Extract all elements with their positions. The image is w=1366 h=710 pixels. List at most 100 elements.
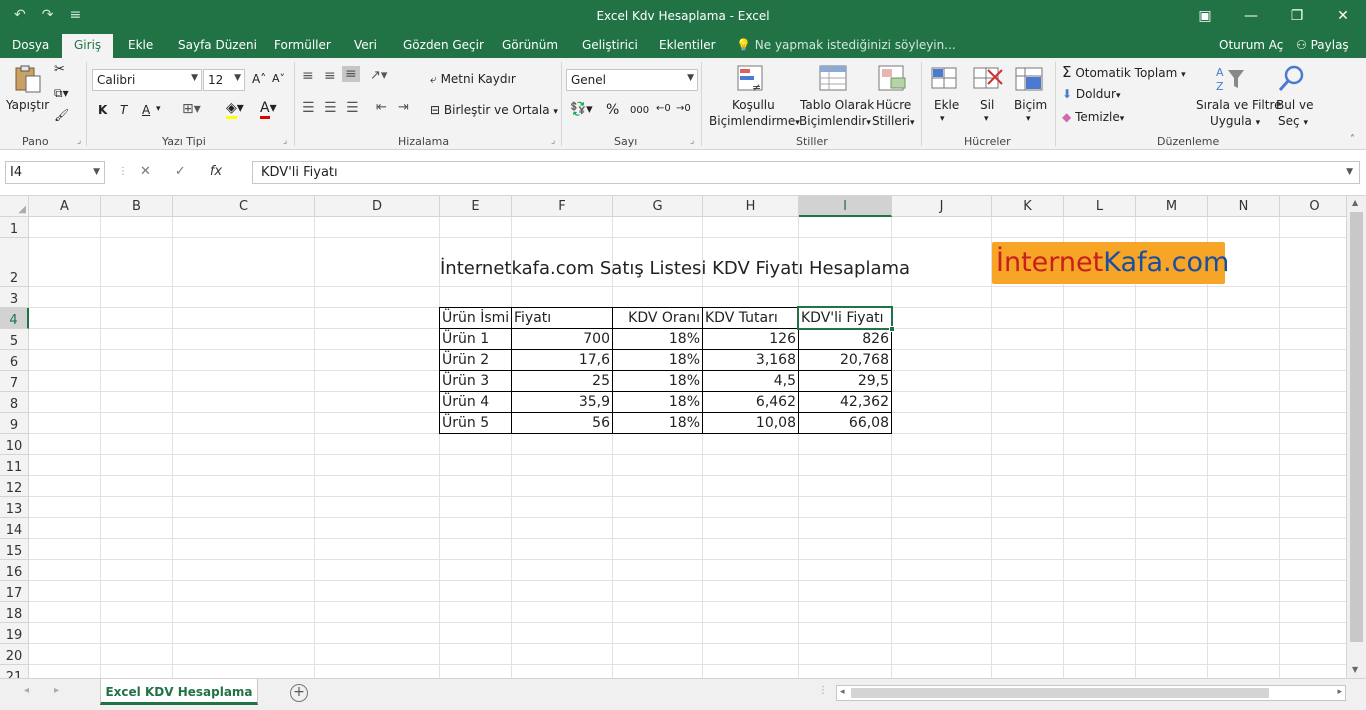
tab-veri[interactable]: Veri: [354, 38, 377, 52]
close-icon[interactable]: ✕: [1320, 0, 1366, 32]
cut-icon[interactable]: ✂: [54, 62, 65, 77]
font-color-icon[interactable]: A▾: [260, 100, 277, 119]
fill-button[interactable]: ⬇ Doldur▾: [1062, 87, 1121, 101]
row-header-10[interactable]: 10: [0, 434, 29, 455]
font-launcher-icon[interactable]: ⌟: [283, 136, 287, 146]
column-header-h[interactable]: H: [703, 196, 799, 217]
table-cell[interactable]: 25: [511, 370, 613, 392]
scroll-left-icon[interactable]: ◂: [840, 687, 845, 697]
scroll-right-icon[interactable]: ▸: [1337, 687, 1342, 697]
tab-gozden-gecir[interactable]: Gözden Geçir: [403, 38, 484, 52]
row-header-13[interactable]: 13: [0, 497, 29, 518]
table-cell[interactable]: 20,768: [798, 349, 892, 371]
column-header-k[interactable]: K: [992, 196, 1064, 217]
minimize-icon[interactable]: —: [1228, 0, 1274, 32]
table-cell[interactable]: 66,08: [798, 412, 892, 434]
table-cell[interactable]: 10,08: [702, 412, 799, 434]
collapse-ribbon-icon[interactable]: ˄: [1350, 134, 1355, 145]
merge-center-button[interactable]: ⊟ Birleştir ve Ortala ▾: [430, 103, 558, 117]
borders-icon[interactable]: ⊞▾: [182, 101, 201, 117]
underline-button[interactable]: A: [142, 103, 150, 117]
table-cell[interactable]: 18%: [612, 412, 703, 434]
table-cell[interactable]: 826: [798, 328, 892, 350]
table-cell[interactable]: Ürün 2: [439, 349, 512, 371]
horizontal-scroll-thumb[interactable]: [851, 688, 1269, 698]
restore-icon[interactable]: ❐: [1274, 0, 1320, 32]
row-header-11[interactable]: 11: [0, 455, 29, 476]
tab-ekle[interactable]: Ekle: [128, 38, 153, 52]
vertical-scrollbar[interactable]: ▲ ▼: [1346, 196, 1366, 678]
worksheet-grid[interactable]: A B C D E F G H I J K L M N O 1 2 3 4 5 6 7 8 9 10 11 12 13 14 15 16 17…: [0, 196, 1346, 678]
column-header-e[interactable]: E: [440, 196, 512, 217]
column-header-g[interactable]: G: [613, 196, 703, 217]
row-header-20[interactable]: 20: [0, 644, 29, 665]
fill-color-icon[interactable]: ◈▾: [226, 100, 244, 119]
table-cell[interactable]: 18%: [612, 391, 703, 413]
add-sheet-icon[interactable]: +: [290, 684, 308, 702]
column-header-b[interactable]: B: [101, 196, 173, 217]
clear-button[interactable]: ◆ Temizle▾: [1062, 110, 1124, 124]
row-header-17[interactable]: 17: [0, 581, 29, 602]
align-middle-icon[interactable]: ≡: [324, 68, 336, 84]
row-header-14[interactable]: 14: [0, 518, 29, 539]
column-header-o[interactable]: O: [1280, 196, 1346, 217]
tab-gelistirici[interactable]: Geliştirici: [582, 38, 638, 52]
table-cell[interactable]: 3,168: [702, 349, 799, 371]
cancel-icon[interactable]: ✕: [140, 164, 151, 179]
column-header-f[interactable]: F: [512, 196, 613, 217]
table-cell[interactable]: 18%: [612, 328, 703, 350]
tab-formuller[interactable]: Formüller: [274, 38, 331, 52]
row-header-7[interactable]: 7: [0, 371, 29, 392]
align-left-icon[interactable]: ☰: [302, 100, 315, 116]
sign-in-link[interactable]: Oturum Aç: [1219, 38, 1283, 52]
column-header-a[interactable]: A: [29, 196, 101, 217]
tab-giris[interactable]: Giriş: [62, 34, 114, 58]
row-header-1[interactable]: 1: [0, 217, 29, 238]
format-painter-icon[interactable]: 🖌: [54, 108, 69, 122]
select-all-corner[interactable]: ◢: [0, 196, 29, 217]
table-cell[interactable]: Ürün 4: [439, 391, 512, 413]
formula-input[interactable]: KDV'li Fiyatı ▼: [252, 161, 1360, 184]
row-header-4[interactable]: 4: [0, 308, 29, 329]
row-header-8[interactable]: 8: [0, 392, 29, 413]
wrap-text-button[interactable]: ⤶ Metni Kaydır: [430, 72, 516, 87]
scroll-down-icon[interactable]: ▼: [1352, 665, 1358, 674]
column-header-i[interactable]: I: [799, 196, 892, 217]
table-cell[interactable]: Ürün 5: [439, 412, 512, 434]
increase-decimal-icon[interactable]: ←0: [656, 103, 671, 114]
row-header-21[interactable]: 21: [0, 665, 29, 678]
tab-gorunum[interactable]: Görünüm: [502, 38, 558, 52]
table-cell[interactable]: 18%: [612, 349, 703, 371]
next-sheet-icon[interactable]: ▸: [54, 685, 59, 696]
align-bottom-icon[interactable]: ≡: [342, 66, 360, 82]
table-header-cell[interactable]: KDV Tutarı: [702, 307, 799, 329]
row-header-2[interactable]: 2: [0, 238, 29, 287]
shrink-font-icon[interactable]: A˅: [272, 72, 285, 85]
scroll-up-icon[interactable]: ▲: [1352, 198, 1358, 207]
autosum-button[interactable]: Σ Otomatik Toplam ▾: [1062, 63, 1186, 81]
table-cell[interactable]: Ürün 3: [439, 370, 512, 392]
decrease-indent-icon[interactable]: ⇤: [376, 100, 387, 115]
table-cell[interactable]: 29,5: [798, 370, 892, 392]
italic-button[interactable]: T: [120, 103, 127, 117]
share-button[interactable]: ⚇ Paylaş: [1296, 38, 1349, 52]
table-cell[interactable]: 700: [511, 328, 613, 350]
table-cell[interactable]: 17,6: [511, 349, 613, 371]
confirm-icon[interactable]: ✓: [175, 164, 186, 179]
column-header-n[interactable]: N: [1208, 196, 1280, 217]
bold-button[interactable]: K: [98, 103, 107, 117]
prev-sheet-icon[interactable]: ◂: [24, 685, 29, 696]
insert-function-icon[interactable]: fx: [210, 164, 222, 179]
percent-button[interactable]: %: [606, 102, 619, 118]
column-header-d[interactable]: D: [315, 196, 440, 217]
table-cell[interactable]: 18%: [612, 370, 703, 392]
row-header-6[interactable]: 6: [0, 350, 29, 371]
row-header-9[interactable]: 9: [0, 413, 29, 434]
font-size-select[interactable]: 12 ▼: [203, 69, 245, 91]
row-header-3[interactable]: 3: [0, 287, 29, 308]
table-cell[interactable]: 42,362: [798, 391, 892, 413]
align-center-icon[interactable]: ☰: [324, 100, 337, 116]
orientation-icon[interactable]: ↗▾: [370, 68, 387, 83]
row-header-5[interactable]: 5: [0, 329, 29, 350]
align-right-icon[interactable]: ☰: [346, 100, 359, 116]
